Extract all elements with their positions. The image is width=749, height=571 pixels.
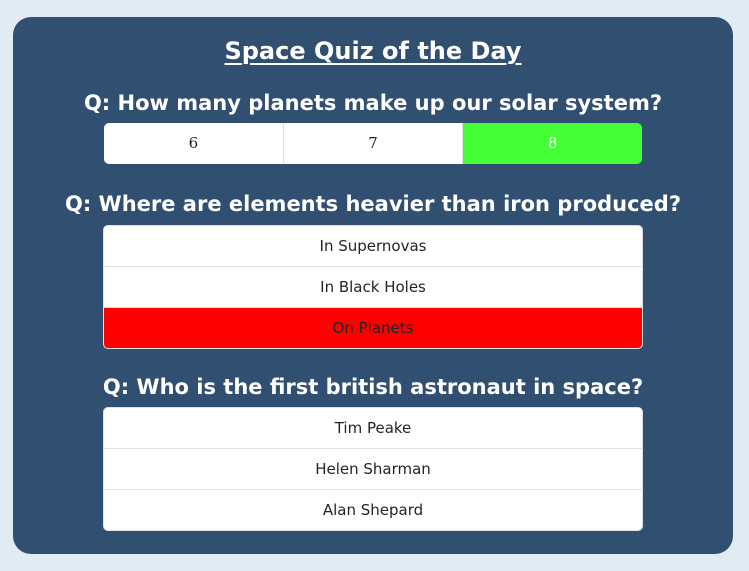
question-3-options: Tim Peake Helen Sharman Alan Shepard [103,407,643,531]
answer-option-tim-peake[interactable]: Tim Peake [104,408,642,449]
quiz-card: Space Quiz of the Day Q: How many planet… [13,17,733,554]
answer-option-planets-wrong[interactable]: On Planets [104,308,642,348]
question-2-text: Q: Where are elements heavier than iron … [64,192,682,216]
question-1-text: Q: How many planets make up our solar sy… [83,91,663,115]
quiz-title: Space Quiz of the Day [224,37,522,65]
answer-option-7[interactable]: 7 [283,123,464,164]
answer-option-helen-sharman[interactable]: Helen Sharman [104,449,642,490]
answer-option-6[interactable]: 6 [104,123,284,164]
answer-option-black-holes[interactable]: In Black Holes [104,267,642,308]
question-1-options: 6 7 8 [104,123,642,164]
question-2-options: In Supernovas In Black Holes On Planets [103,225,643,349]
question-3-text: Q: Who is the first british astronaut in… [102,375,644,399]
answer-option-alan-shepard[interactable]: Alan Shepard [104,490,642,530]
answer-option-supernovas[interactable]: In Supernovas [104,226,642,267]
answer-option-8-correct[interactable]: 8 [463,123,642,164]
